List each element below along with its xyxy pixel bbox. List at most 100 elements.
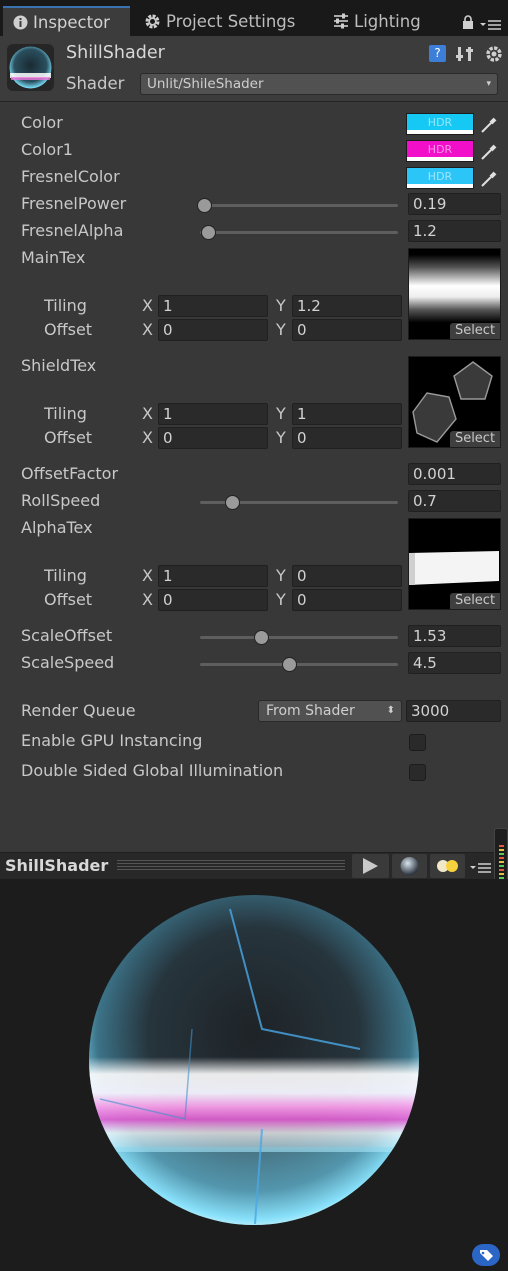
y-label: Y: [276, 404, 286, 423]
alpha-tex-thumbnail[interactable]: Select: [408, 518, 501, 610]
render-queue-dropdown-value: From Shader: [266, 703, 355, 719]
alpha-tex-tiling-x[interactable]: 1: [158, 565, 268, 587]
shader-dropdown[interactable]: Unlit/ShileShader ▾: [140, 73, 498, 95]
y-label: Y: [276, 320, 286, 339]
updown-arrow-icon: ⬍: [386, 705, 395, 716]
help-icon[interactable]: ?: [429, 45, 446, 62]
alpha-tex-select-button[interactable]: Select: [450, 593, 500, 609]
tab-inspector[interactable]: Inspector: [3, 6, 130, 36]
scale-offset-label: ScaleOffset: [21, 626, 113, 645]
tab-project-settings[interactable]: Project Settings: [144, 6, 314, 36]
tag-icon[interactable]: [472, 1244, 500, 1266]
shield-tex-offset-label: Offset: [44, 428, 93, 447]
main-tex-offset-label: Offset: [44, 320, 93, 339]
roll-speed-label: RollSpeed: [21, 491, 101, 510]
material-thumbnail: [7, 44, 54, 91]
main-tex-tiling-x[interactable]: 1: [158, 295, 268, 317]
scale-offset-slider[interactable]: [200, 636, 398, 639]
offset-factor-field[interactable]: 0.001: [408, 463, 501, 485]
info-icon: [13, 15, 28, 30]
offset-factor-label: OffsetFactor: [21, 464, 119, 483]
shield-tex-tiling-x[interactable]: 1: [158, 403, 268, 425]
main-tex-thumbnail[interactable]: Select: [408, 248, 501, 340]
drag-handle[interactable]: [117, 860, 345, 872]
x-label: X: [142, 566, 153, 585]
scale-offset-slider-knob[interactable]: [254, 630, 270, 645]
fresnel-color-label: FresnelColor: [21, 167, 120, 186]
render-queue-field[interactable]: 3000: [406, 700, 501, 722]
double-sided-gi-checkbox[interactable]: [409, 764, 426, 781]
gear-icon: [144, 13, 161, 30]
preview-header: ShillShader: [0, 852, 508, 879]
fresnel-power-field[interactable]: 0.19: [408, 193, 501, 215]
main-tex-label: MainTex: [21, 248, 86, 267]
color1-swatch[interactable]: HDR: [406, 140, 474, 162]
preview-sphere-icon[interactable]: [392, 854, 427, 878]
hdr-badge: HDR: [407, 141, 473, 158]
shield-tex-label: ShieldTex: [21, 356, 97, 375]
scale-speed-field[interactable]: 4.5: [408, 652, 501, 674]
material-preview[interactable]: [0, 879, 508, 1271]
render-queue-dropdown[interactable]: From Shader ⬍: [258, 700, 402, 722]
fresnel-alpha-slider[interactable]: [200, 231, 398, 234]
eyedropper-icon[interactable]: [479, 140, 499, 162]
fresnel-color-swatch[interactable]: HDR: [406, 167, 474, 189]
tab-lighting[interactable]: Lighting: [333, 6, 443, 36]
fresnel-alpha-slider-knob[interactable]: [200, 225, 216, 240]
preview-menu-icon[interactable]: [470, 860, 492, 878]
gpu-instancing-checkbox[interactable]: [409, 734, 426, 751]
shader-label: Shader: [66, 74, 125, 93]
preview-title: ShillShader: [5, 856, 109, 875]
alpha-tex-tiling-label: Tiling: [44, 566, 87, 585]
fresnel-power-slider-knob[interactable]: [196, 198, 212, 213]
main-tex-tiling-y[interactable]: 1.2: [292, 295, 402, 317]
scale-speed-slider-knob[interactable]: [282, 657, 298, 672]
render-queue-label: Render Queue: [21, 701, 136, 720]
preset-icon[interactable]: [456, 45, 474, 67]
shield-tex-offset-y[interactable]: 0: [292, 427, 402, 449]
material-header: ShillShader Shader Unlit/ShileShader ▾ ?: [0, 36, 508, 102]
lock-icon[interactable]: [462, 15, 474, 34]
eyedropper-icon[interactable]: [479, 113, 499, 135]
dropdown-arrow-icon: ▾: [486, 79, 491, 89]
tab-label: Lighting: [354, 11, 421, 31]
play-button[interactable]: [352, 854, 389, 878]
scale-speed-slider[interactable]: [200, 663, 398, 666]
kebab-menu-icon[interactable]: [480, 17, 502, 35]
scale-speed-label: ScaleSpeed: [21, 653, 115, 672]
shield-tex-tiling-y[interactable]: 1: [292, 403, 402, 425]
x-label: X: [142, 404, 153, 423]
fresnel-alpha-field[interactable]: 1.2: [408, 220, 501, 242]
shield-tex-tiling-label: Tiling: [44, 404, 87, 423]
roll-speed-slider-knob[interactable]: [224, 495, 240, 510]
main-tex-tiling-label: Tiling: [44, 296, 87, 315]
color-label: Color: [21, 113, 63, 132]
y-label: Y: [276, 566, 286, 585]
color-swatch[interactable]: HDR: [406, 113, 474, 135]
double-sided-gi-label: Double Sided Global Illumination: [21, 761, 284, 780]
preview-lights-icon[interactable]: [430, 854, 465, 878]
alpha-tex-offset-y[interactable]: 0: [292, 589, 402, 611]
fresnel-power-slider[interactable]: [200, 204, 398, 207]
shield-tex-thumbnail[interactable]: Select: [408, 356, 501, 448]
tab-label: Inspector: [33, 12, 110, 32]
x-label: X: [142, 296, 153, 315]
scale-offset-field[interactable]: 1.53: [408, 625, 501, 647]
gpu-instancing-label: Enable GPU Instancing: [21, 731, 203, 750]
main-tex-offset-x[interactable]: 0: [158, 319, 268, 341]
x-label: X: [142, 590, 153, 609]
y-label: Y: [276, 428, 286, 447]
preview-sphere: [89, 895, 419, 1225]
alpha-tex-tiling-y[interactable]: 0: [292, 565, 402, 587]
main-tex-select-button[interactable]: Select: [450, 323, 500, 339]
settings-gear-icon[interactable]: [484, 44, 504, 68]
roll-speed-field[interactable]: 0.7: [408, 490, 501, 512]
y-label: Y: [276, 590, 286, 609]
tab-label: Project Settings: [166, 11, 296, 31]
shield-tex-select-button[interactable]: Select: [450, 431, 500, 447]
alpha-tex-label: AlphaTex: [21, 518, 93, 537]
alpha-tex-offset-x[interactable]: 0: [158, 589, 268, 611]
shield-tex-offset-x[interactable]: 0: [158, 427, 268, 449]
main-tex-offset-y[interactable]: 0: [292, 319, 402, 341]
eyedropper-icon[interactable]: [479, 167, 499, 189]
